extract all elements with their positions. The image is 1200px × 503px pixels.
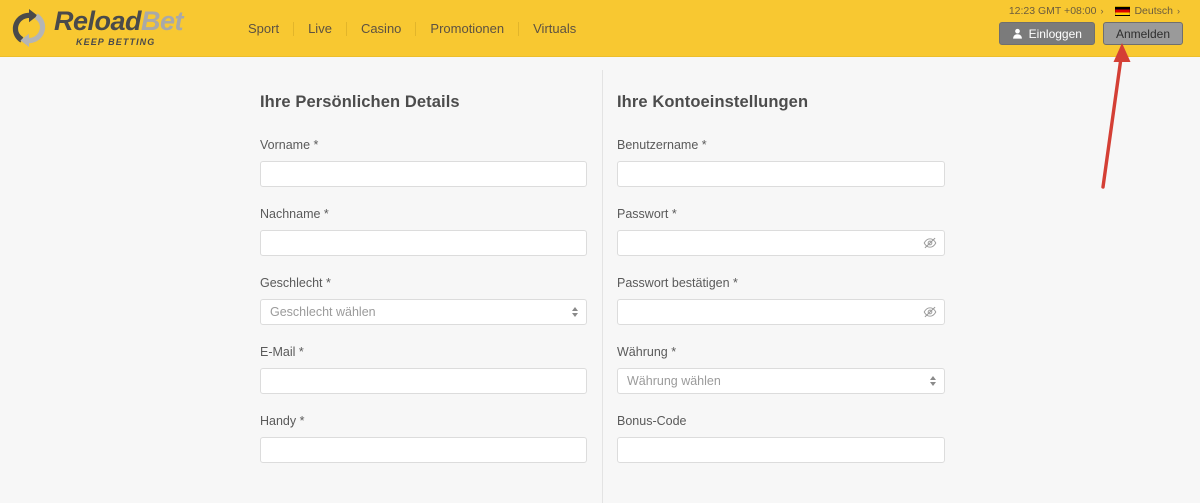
user-icon (1012, 28, 1022, 39)
german-flag-icon (1115, 6, 1131, 16)
nav-item-promotionen[interactable]: Promotionen (416, 21, 518, 36)
bonus-code-input[interactable] (618, 438, 944, 462)
logo-tagline: KEEP BETTING (76, 37, 156, 47)
geschlecht-select[interactable]: Geschlecht wählen (261, 300, 586, 324)
passwort-input[interactable] (618, 231, 944, 255)
label-waehrung: Währung * (617, 345, 677, 359)
vorname-input[interactable] (261, 162, 586, 186)
field-email: E-Mail * (260, 345, 587, 394)
input-wrapper-vorname (260, 161, 587, 187)
label-handy: Handy * (260, 414, 305, 428)
label-geschlecht: Geschlecht * (260, 276, 331, 290)
label-email: E-Mail * (260, 345, 304, 359)
email-input[interactable] (261, 369, 586, 393)
field-vorname: Vorname * (260, 138, 587, 187)
page-root: ReloadBet KEEP BETTING Sport Live Casino… (0, 0, 1200, 503)
logo-word-reload: Reload (54, 6, 142, 36)
label-passwort-bestaetigen: Passwort bestätigen * (617, 276, 738, 290)
benutzername-input[interactable] (618, 162, 944, 186)
field-passwort: Passwort * (617, 207, 945, 256)
header-meta-bar: 12:23 GMT +08:00 › Deutsch › (1009, 5, 1180, 17)
nav-item-live[interactable]: Live (294, 21, 346, 36)
field-benutzername: Benutzername * (617, 138, 945, 187)
chevron-right-icon: › (1100, 6, 1104, 16)
main-navigation: Sport Live Casino Promotionen Virtuals (248, 21, 590, 36)
select-wrapper-geschlecht: Geschlecht wählen (260, 299, 587, 325)
eye-slash-icon[interactable] (923, 305, 937, 319)
personal-details-column: Ihre Persönlichen Details Vorname * Nach… (260, 93, 587, 483)
input-wrapper-passwort-bestaetigen (617, 299, 945, 325)
label-vorname: Vorname * (260, 138, 319, 152)
nachname-input[interactable] (261, 231, 586, 255)
field-waehrung: Währung * Währung wählen (617, 345, 945, 394)
reload-circular-arrows-icon (12, 8, 46, 47)
logo-word-bet: Bet (141, 6, 184, 36)
select-wrapper-waehrung: Währung wählen (617, 368, 945, 394)
personal-details-title: Ihre Persönlichen Details (260, 93, 460, 111)
clock-selector[interactable]: 12:23 GMT +08:00 › (1009, 5, 1104, 17)
input-wrapper-bonus-code (617, 437, 945, 463)
login-button-label: Einloggen (1028, 26, 1082, 41)
clock-label: 12:23 GMT +08:00 (1008, 5, 1097, 17)
field-geschlecht: Geschlecht * Geschlecht wählen (260, 276, 587, 325)
field-nachname: Nachname * (260, 207, 587, 256)
input-wrapper-passwort (617, 230, 945, 256)
register-button[interactable]: Anmelden (1102, 22, 1183, 45)
eye-slash-icon[interactable] (923, 236, 937, 250)
field-passwort-bestaetigen: Passwort bestätigen * (617, 276, 945, 325)
language-label: Deutsch (1134, 5, 1173, 17)
input-wrapper-nachname (260, 230, 587, 256)
nav-item-sport[interactable]: Sport (248, 21, 293, 36)
waehrung-select[interactable]: Währung wählen (618, 369, 944, 393)
registration-form: Ihre Persönlichen Details Vorname * Nach… (0, 57, 1200, 503)
nav-item-casino[interactable]: Casino (347, 21, 415, 36)
field-bonus-code: Bonus-Code (617, 414, 945, 463)
label-bonus-code: Bonus-Code (617, 414, 687, 428)
logo-text: ReloadBet KEEP BETTING (54, 6, 184, 47)
input-wrapper-email (260, 368, 587, 394)
field-handy: Handy * (260, 414, 587, 463)
column-divider (602, 70, 603, 503)
input-wrapper-handy (260, 437, 587, 463)
auth-buttons: Einloggen Anmelden (998, 22, 1183, 45)
register-button-label: Anmelden (1115, 26, 1170, 41)
chevron-right-icon: › (1177, 6, 1180, 16)
nav-item-virtuals[interactable]: Virtuals (519, 21, 590, 36)
input-wrapper-benutzername (617, 161, 945, 187)
site-header: ReloadBet KEEP BETTING Sport Live Casino… (0, 0, 1200, 57)
handy-input[interactable] (261, 438, 586, 462)
label-nachname: Nachname * (260, 207, 329, 221)
label-benutzername: Benutzername * (617, 138, 707, 152)
login-button[interactable]: Einloggen (998, 22, 1095, 45)
logo-wordmark: ReloadBet (54, 6, 184, 36)
passwort-bestaetigen-input[interactable] (618, 300, 944, 324)
account-settings-title: Ihre Kontoeinstellungen (617, 93, 809, 111)
site-logo[interactable]: ReloadBet KEEP BETTING (10, 6, 184, 47)
language-selector[interactable]: Deutsch › (1115, 5, 1180, 17)
account-settings-column: Ihre Kontoeinstellungen Benutzername * P… (617, 93, 945, 483)
label-passwort: Passwort * (617, 207, 677, 221)
